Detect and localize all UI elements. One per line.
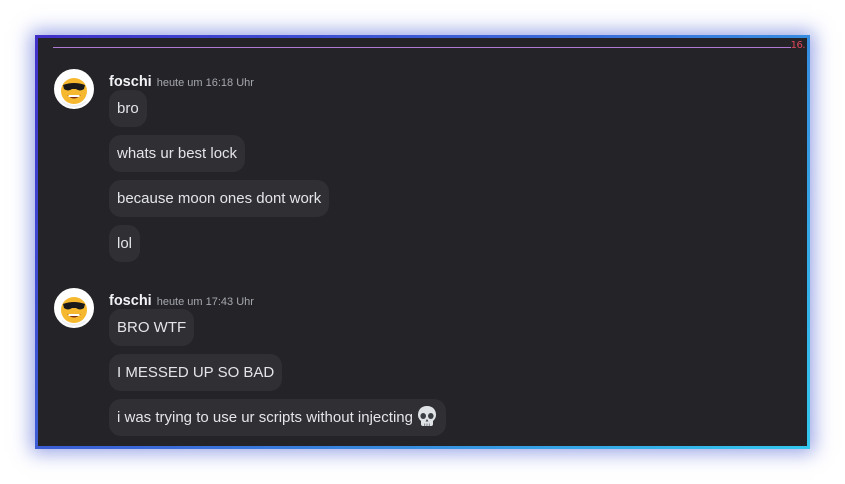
username[interactable]: foschi: [109, 74, 152, 90]
sunglasses-emoji-avatar-icon: [56, 71, 92, 107]
message-bubble[interactable]: because moon ones dont work: [109, 180, 330, 217]
message-bubble[interactable]: I MESSED UP SO BAD: [109, 354, 283, 391]
avatar[interactable]: [54, 288, 94, 328]
message-bubble[interactable]: BRO WTF: [109, 309, 195, 346]
message-bubble[interactable]: lol: [109, 225, 141, 262]
message-bubble[interactable]: i was trying to use ur scripts without i…: [109, 399, 446, 436]
chat-window: 16. foschi heute um 16:18 Uhr bro whats u…: [35, 35, 810, 449]
message-bubble[interactable]: whats ur best lock: [109, 135, 246, 172]
timestamp: heute um 17:43 Uhr: [156, 296, 254, 308]
message-bubble[interactable]: bro: [109, 90, 147, 127]
message-text: i was trying to use ur scripts without i…: [117, 409, 413, 426]
skull-emoji-icon: [416, 404, 438, 441]
timestamp: heute um 16:18 Uhr: [156, 77, 254, 89]
message-header: foschi heute um 16:18 Uhr: [109, 71, 254, 90]
sunglasses-emoji-avatar-icon: [56, 290, 92, 326]
message-header: foschi heute um 17:43 Uhr: [109, 290, 254, 309]
avatar[interactable]: [54, 69, 94, 109]
new-messages-divider: [53, 47, 791, 48]
username[interactable]: foschi: [109, 293, 152, 309]
divider-date-label: 16.: [790, 40, 806, 51]
